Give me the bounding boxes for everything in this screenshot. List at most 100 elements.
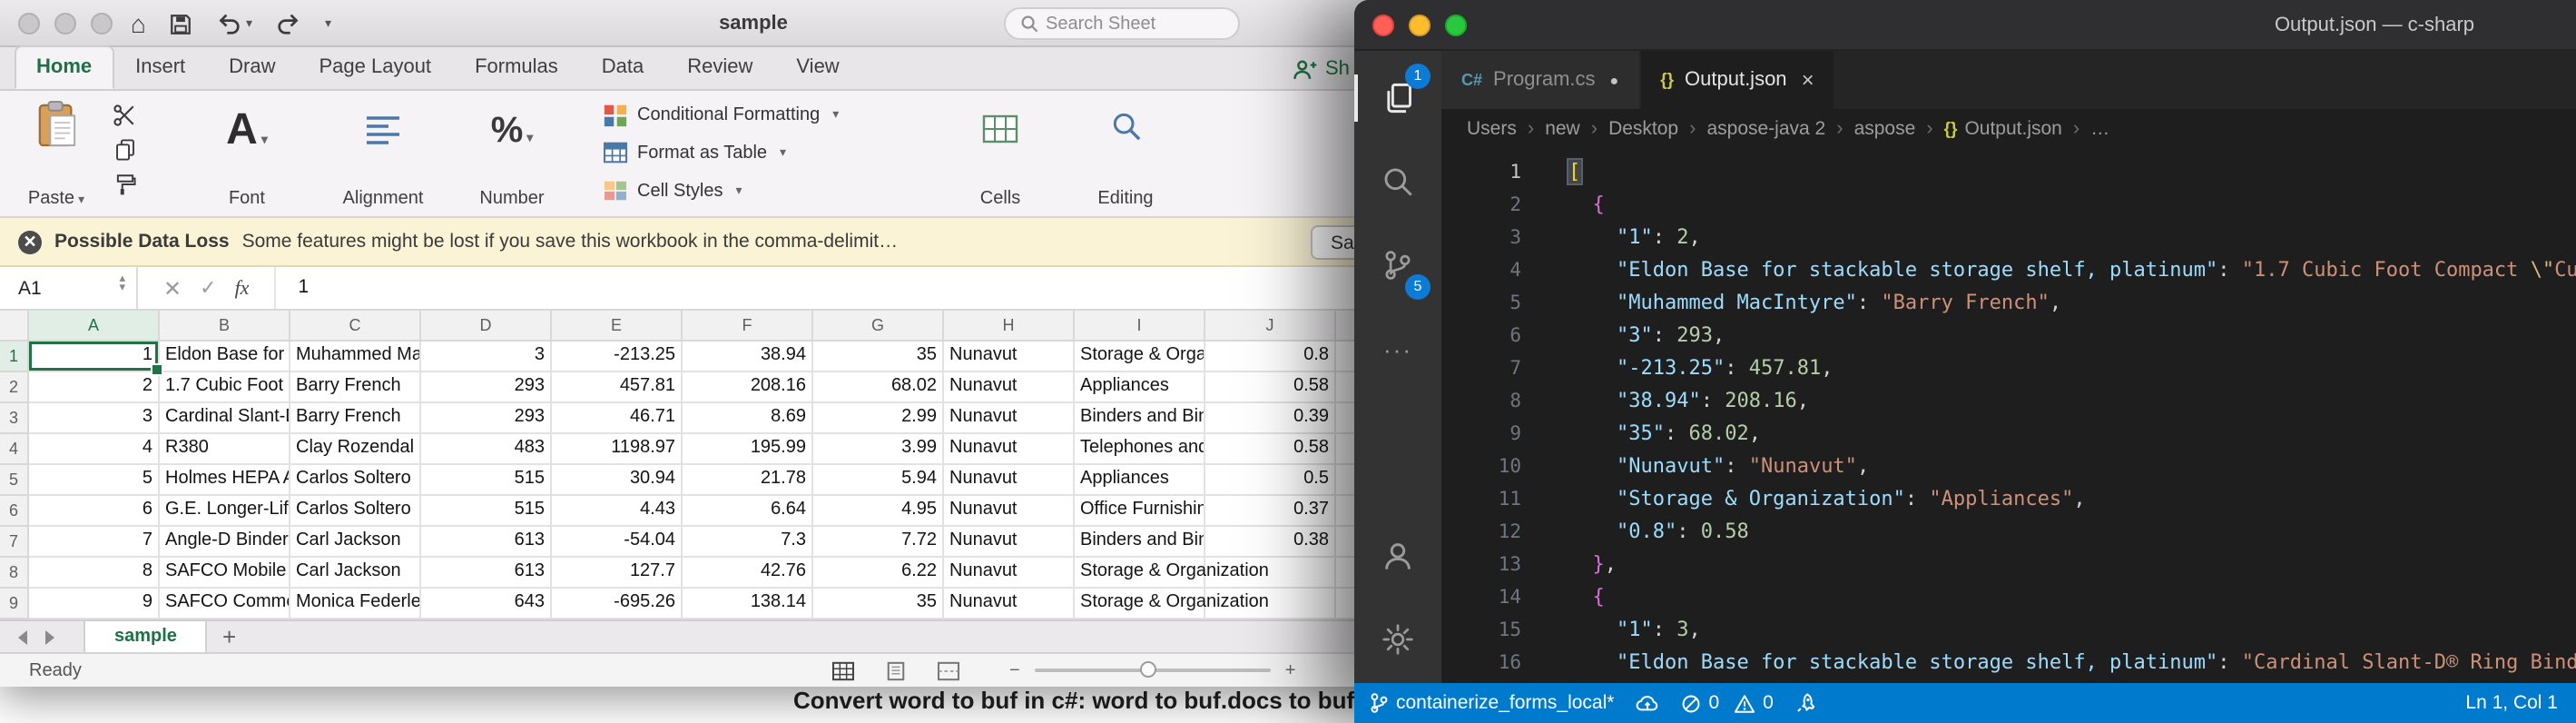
editor[interactable]: 1[2 {3 "1": 2,4 "Eldon Base for stackabl… [1441,149,2576,683]
cell-B1[interactable]: Eldon Base for stackable storage shelf, … [160,342,290,372]
cell-C7[interactable]: Carl Jackson [290,527,421,558]
prev-sheet-icon[interactable] [18,629,27,644]
editing-group-button[interactable]: Editing [1075,100,1176,209]
row-header-5[interactable]: 5 [0,465,29,496]
cell-H7[interactable]: Nunavut [944,527,1075,558]
row-header-8[interactable]: 8 [0,558,29,589]
cell-J6[interactable]: 0.37 [1205,496,1336,527]
cell-I1[interactable]: Storage & Organization [1075,342,1205,372]
row-header-7[interactable]: 7 [0,527,29,558]
cell-H8[interactable]: Nunavut [944,558,1075,589]
cell-C2[interactable]: Barry French [290,372,421,403]
cell-G6[interactable]: 4.95 [813,496,944,527]
cell-I7[interactable]: Binders and Binder Accessories [1075,527,1205,558]
next-sheet-icon[interactable] [45,629,54,644]
cell-I8[interactable]: Storage & Organization [1075,558,1205,589]
cell-C3[interactable]: Barry French [290,403,421,434]
breadcrumb-item[interactable]: aspose-java 2 [1706,118,1825,140]
cell-D6[interactable]: 515 [421,496,552,527]
cell-F6[interactable]: 6.64 [683,496,813,527]
cell-C6[interactable]: Carlos Soltero [290,496,421,527]
cell-A5[interactable]: 5 [29,465,160,496]
cell-A6[interactable]: 6 [29,496,160,527]
account-button[interactable] [1369,527,1427,585]
cell-G5[interactable]: 5.94 [813,465,944,496]
number-group-button[interactable]: %▾ Number [457,100,566,209]
cell-C1[interactable]: Muhammed MacIntyre [290,342,421,372]
spreadsheet-grid[interactable]: ABCDEFGHIJKL11Eldon Base for stackable s… [0,311,1507,619]
cell-I4[interactable]: Telephones and Communication [1075,434,1205,465]
row-header-4[interactable]: 4 [0,434,29,465]
cell-A9[interactable]: 9 [29,589,160,619]
cell-G1[interactable]: 35 [813,342,944,372]
settings-button[interactable] [1369,610,1427,669]
cell-F9[interactable]: 138.14 [683,589,813,619]
cell-E7[interactable]: -54.04 [552,527,683,558]
cell-H5[interactable]: Nunavut [944,465,1075,496]
alignment-group-button[interactable]: Alignment [320,100,447,209]
paste-button[interactable]: Paste▾ [15,100,98,209]
cell-A1[interactable]: 1 [29,342,160,372]
copy-icon[interactable] [113,138,135,162]
cell-A2[interactable]: 2 [29,372,160,403]
cell-G7[interactable]: 7.72 [813,527,944,558]
sidebar-item-source-control[interactable]: 5 [1369,236,1427,294]
cell-A4[interactable]: 4 [29,434,160,465]
column-header-B[interactable]: B [160,311,290,342]
cell-I3[interactable]: Binders and Binder Accessories [1075,403,1205,434]
page-layout-icon[interactable] [884,660,908,680]
ribbon-tab-data[interactable]: Data [580,45,666,89]
cell-C8[interactable]: Carl Jackson [290,558,421,589]
cell-D3[interactable]: 293 [421,403,552,434]
cancel-icon[interactable]: ✕ [163,275,182,301]
cell-B9[interactable]: SAFCO Commercial Wire Shelving, Black [160,589,290,619]
cell-D5[interactable]: 515 [421,465,552,496]
cell-B6[interactable]: G.E. Longer-Life Indoor Recessed Floodli… [160,496,290,527]
row-header-1[interactable]: 1 [0,342,29,372]
ribbon-tab-review[interactable]: Review [665,45,774,89]
column-header-D[interactable]: D [421,311,552,342]
cell-B2[interactable]: 1.7 Cubic Foot Compact "Cube" Office Ref… [160,372,290,403]
row-header-6[interactable]: 6 [0,496,29,527]
share-button[interactable]: Sh [1293,47,1350,91]
search-sheet-input[interactable] [1046,14,1227,34]
cell-A3[interactable]: 3 [29,403,160,434]
cursor-position[interactable]: Ln 1, Col 1 [2465,692,2558,714]
cell-G9[interactable]: 35 [813,589,944,619]
enter-icon[interactable]: ✓ [200,276,216,300]
ribbon-tab-page-layout[interactable]: Page Layout [298,45,454,89]
cell-E8[interactable]: 127.7 [552,558,683,589]
sync-button[interactable] [1636,693,1659,713]
font-group-button[interactable]: A▾ Font [189,100,305,209]
column-header-G[interactable]: G [813,311,944,342]
cell-H9[interactable]: Nunavut [944,589,1075,619]
cell-H6[interactable]: Nunavut [944,496,1075,527]
zoom-slider[interactable] [1035,669,1271,672]
cell-E5[interactable]: 30.94 [552,465,683,496]
column-header-I[interactable]: I [1075,311,1205,342]
cut-icon[interactable] [113,104,136,127]
cell-E6[interactable]: 4.43 [552,496,683,527]
cell-F7[interactable]: 7.3 [683,527,813,558]
cell-C5[interactable]: Carlos Soltero [290,465,421,496]
page-break-icon[interactable] [937,660,960,680]
cell-G2[interactable]: 68.02 [813,372,944,403]
column-header-H[interactable]: H [944,311,1075,342]
close-icon[interactable]: × [1802,67,1814,93]
cell-A7[interactable]: 7 [29,527,160,558]
cell-D2[interactable]: 293 [421,372,552,403]
cell-B7[interactable]: Angle-D Binders with Locking Rings, Labe… [160,527,290,558]
formula-input[interactable]: 1 [274,267,1507,309]
cell-F4[interactable]: 195.99 [683,434,813,465]
name-box[interactable]: A1 ▴▾ [0,267,138,309]
cell-J1[interactable]: 0.8 [1205,342,1336,372]
cell-D7[interactable]: 613 [421,527,552,558]
zoom-out-icon[interactable]: − [1009,660,1020,680]
cell-F5[interactable]: 21.78 [683,465,813,496]
cell-G4[interactable]: 3.99 [813,434,944,465]
cell-I5[interactable]: Appliances [1075,465,1205,496]
cell-styles-button[interactable]: Cell Styles ▾ [603,176,742,205]
ribbon-tab-home[interactable]: Home [15,45,113,89]
breadcrumb-item[interactable]: … [2090,118,2109,140]
cell-G3[interactable]: 2.99 [813,403,944,434]
